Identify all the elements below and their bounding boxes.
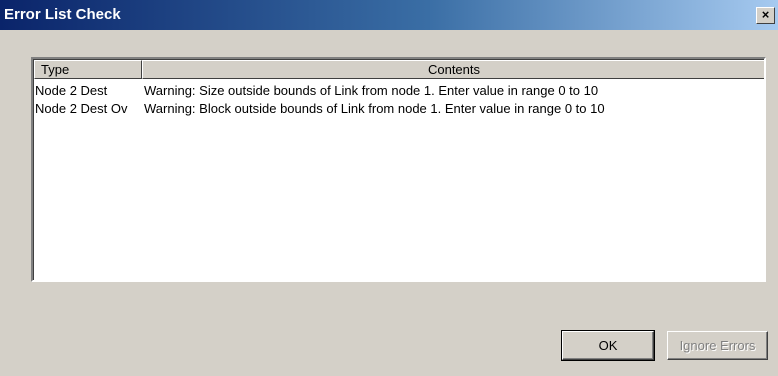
window-title: Error List Check xyxy=(4,6,121,23)
ignore-errors-button[interactable]: Ignore Errors xyxy=(667,331,768,360)
row-contents: Warning: Size outside bounds of Link fro… xyxy=(144,83,599,98)
list-header: Type Contents xyxy=(34,60,764,79)
close-icon: × xyxy=(761,7,770,22)
row-type: Node 2 Dest Ov xyxy=(35,101,128,116)
row-type: Node 2 Dest xyxy=(35,83,108,98)
ok-button[interactable]: OK xyxy=(561,330,655,361)
row-contents: Warning: Block outside bounds of Link fr… xyxy=(144,101,605,116)
error-list[interactable]: Type Contents Node 2 Dest Warning: Size … xyxy=(31,57,766,282)
error-list-check-dialog: Error List Check × Type Contents Node 2 … xyxy=(0,0,778,376)
close-button[interactable]: × xyxy=(756,7,775,24)
column-header-contents[interactable]: Contents xyxy=(142,60,764,79)
list-row[interactable]: Node 2 Dest Warning: Size outside bounds… xyxy=(34,82,764,100)
title-bar[interactable]: Error List Check × xyxy=(0,0,778,30)
column-header-type[interactable]: Type xyxy=(34,60,142,79)
list-row[interactable]: Node 2 Dest Ov Warning: Block outside bo… xyxy=(34,100,764,118)
